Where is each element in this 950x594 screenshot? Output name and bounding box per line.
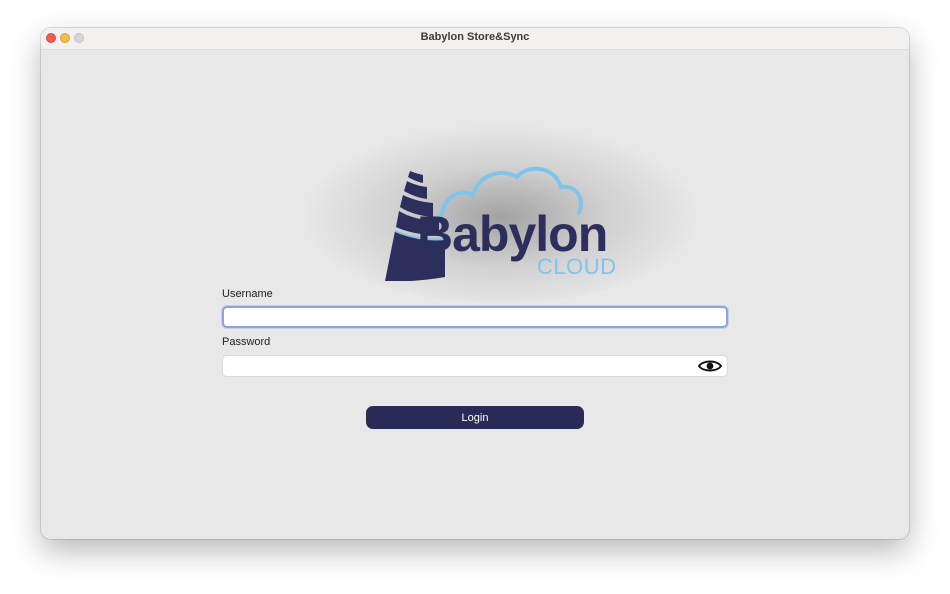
password-input[interactable] — [222, 355, 728, 377]
tower-top — [408, 171, 423, 183]
logo-subtitle-text: CLOUD — [537, 254, 617, 279]
username-input[interactable] — [222, 306, 728, 328]
username-label: Username — [222, 288, 273, 300]
logo: Babylon CLOUD — [301, 123, 701, 303]
login-button[interactable]: Login — [366, 406, 584, 429]
eye-icon[interactable] — [698, 358, 722, 374]
logo-brand-text: Babylon — [417, 206, 608, 262]
window-title: Babylon Store&Sync — [420, 31, 530, 43]
title-bar[interactable]: Babylon Store&Sync — [41, 28, 909, 50]
tower-band-4 — [404, 181, 427, 199]
app-window: Babylon Store&Sync Babylon CLOUD Usernam… — [41, 28, 909, 539]
password-label: Password — [222, 336, 271, 348]
